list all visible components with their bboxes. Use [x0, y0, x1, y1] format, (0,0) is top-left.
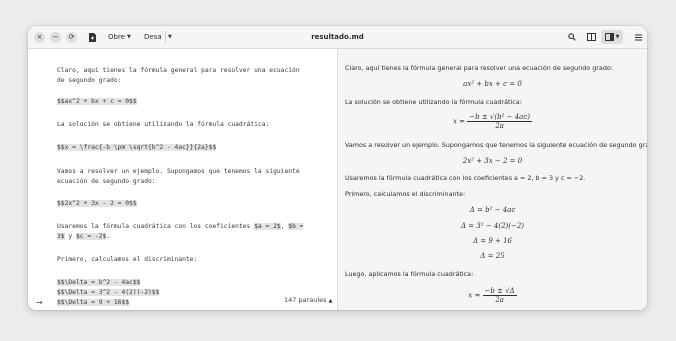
- sidebar-view-icon: [604, 33, 614, 41]
- split-view-button[interactable]: [584, 30, 598, 44]
- save-label: Desa: [144, 33, 162, 41]
- editor-line: La solución se obtiene utilizando la fór…: [57, 121, 270, 128]
- latex-block: $$\Delta = b^2 - 4ac$$: [57, 279, 141, 286]
- editor-line: $$ax^2 + bx + c = 0$$: [57, 98, 137, 106]
- minimize-button[interactable]: −: [50, 26, 61, 48]
- new-document-button[interactable]: [85, 26, 99, 48]
- chevron-down-icon: ▼: [126, 34, 131, 40]
- preview-equation: Δ = 3² − 4(2)(−2): [460, 222, 525, 230]
- restore-icon: ⟳: [66, 31, 77, 43]
- save-button[interactable]: Desa: [144, 26, 162, 48]
- chevron-down-icon: ▼: [615, 34, 620, 40]
- latex-block: $$\Delta = 3^2 - 4(2)(-2)$$: [57, 289, 160, 296]
- preview-paragraph: Usaremos la fórmula cuadrática con los c…: [345, 174, 586, 182]
- editor-line: $$\Delta = 3^2 - 4(2)(-2)$$: [57, 289, 160, 297]
- search-button[interactable]: [565, 26, 579, 48]
- latex-inline: $b =: [288, 223, 304, 230]
- markdown-preview: Claro, aquí tienes la fórmula general pa…: [338, 49, 647, 310]
- latex-inline: $c = -2$: [75, 233, 107, 240]
- editor-line: Usaremos la fórmula cuadrática con los c…: [57, 223, 304, 230]
- preview-mode-button[interactable]: ▼: [601, 30, 623, 44]
- latex-inline: $a = 2$: [254, 223, 281, 230]
- open-label: Obre: [108, 33, 125, 41]
- editor-line: $$\Delta = b^2 - 4ac$$: [57, 279, 141, 287]
- latex-block: $$ax^2 + bx + c = 0$$: [57, 98, 137, 105]
- latex-block: $$2x^2 + 3x - 2 = 0$$: [57, 200, 137, 207]
- preview-paragraph: La solución se obtiene utilizando la fór…: [345, 98, 522, 106]
- preview-equation: ax² + bx + c = 0: [463, 80, 522, 88]
- header-bar: resultado.md × − ⟳ Obre ▼ Desa ▼ ▼: [28, 26, 647, 49]
- preview-paragraph: Luego, aplicamos la fórmula cuadrática:: [345, 270, 474, 278]
- preview-paragraph: Claro, aquí tienes la fórmula general pa…: [345, 64, 613, 72]
- editor-line: de segundo grado:: [57, 77, 122, 84]
- open-menu-button[interactable]: Obre ▼: [108, 26, 131, 48]
- chevron-up-icon: ▲: [328, 298, 333, 304]
- search-icon: [568, 33, 576, 41]
- hamburger-menu-icon: [634, 34, 642, 40]
- close-icon: ×: [34, 31, 45, 43]
- markdown-editor[interactable]: Claro, aquí tienes la fórmula general pa…: [28, 49, 338, 310]
- editor-line: Claro, aquí tienes la fórmula general pa…: [57, 67, 300, 74]
- editor-line: Primero, calculamos el discriminante:: [57, 256, 198, 263]
- app-window: resultado.md × − ⟳ Obre ▼ Desa ▼ ▼ Claro…: [28, 26, 647, 310]
- editor-line: ecuación de segundo grado:: [57, 178, 156, 185]
- editor-line: $$\Delta = 9 + 16$$: [57, 299, 130, 307]
- word-count-button[interactable]: 147 paraules ▲: [282, 295, 335, 305]
- preview-equation: x = −b ± √Δ 2a: [468, 287, 517, 304]
- latex-block: $$x = \frac{-b \pm \sqrt{b^2 - 4ac}}{2a}…: [57, 144, 217, 151]
- arrow-right-icon[interactable]: →: [36, 298, 43, 307]
- preview-equation: Δ = 25: [480, 252, 505, 260]
- preview-equation: Δ = 9 + 16: [472, 237, 513, 245]
- save-separator: [165, 26, 166, 48]
- editor-line: $$x = \frac{-b \pm \sqrt{b^2 - 4ac}}{2a}…: [57, 144, 217, 152]
- restore-button[interactable]: ⟳: [66, 26, 77, 48]
- preview-equation: 2x² + 3x − 2 = 0: [462, 157, 523, 165]
- preview-equation: x = −b ± √(b² − 4ac) 2a: [452, 113, 532, 130]
- latex-inline: 3$: [57, 233, 65, 240]
- preview-paragraph: Primero, calculamos el discriminante:: [345, 190, 466, 198]
- preview-equation: Δ = b² − 4ac: [469, 206, 516, 214]
- split-view-icon: [586, 33, 596, 41]
- preview-paragraph: Vamos a resolver un ejemplo. Supongamos …: [345, 141, 647, 149]
- editor-line: Vamos a resolver un ejemplo. Supongamos …: [57, 168, 300, 175]
- chevron-down-icon: ▼: [168, 34, 172, 40]
- minimize-icon: −: [50, 31, 61, 43]
- main-menu-button[interactable]: [631, 26, 645, 48]
- new-document-icon: [88, 32, 96, 42]
- editor-line: 3$ y $c = -2$.: [57, 233, 111, 240]
- close-button[interactable]: ×: [34, 26, 45, 48]
- editor-line: $$2x^2 + 3x - 2 = 0$$: [57, 200, 137, 208]
- latex-block: $$\Delta = 9 + 16$$: [57, 299, 130, 306]
- save-options-button[interactable]: ▼: [168, 26, 172, 48]
